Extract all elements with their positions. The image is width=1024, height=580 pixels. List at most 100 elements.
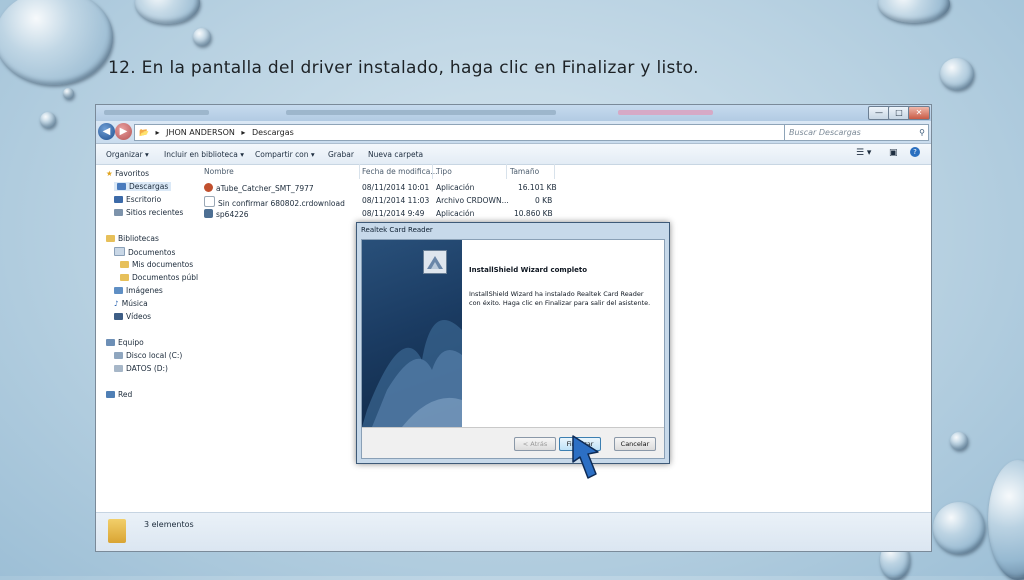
folder-icon: 📂 [139, 128, 149, 137]
file-type: Aplicación [436, 183, 475, 192]
column-header-name[interactable]: Nombre [204, 167, 234, 176]
sidebar-item-videos[interactable]: Vídeos [114, 312, 151, 321]
sidebar-item-drive-c[interactable]: Disco local (C:) [114, 351, 182, 360]
sidebar-item-documents[interactable]: Documentos [114, 247, 175, 257]
sidebar-favorites[interactable]: ★ Favoritos [106, 169, 149, 178]
column-separator [506, 164, 507, 179]
water-drop-decoration [0, 0, 113, 85]
documents-icon [114, 247, 125, 256]
column-separator [359, 164, 360, 179]
file-name: aTube_Catcher_SMT_7977 [216, 184, 314, 193]
sidebar-item-desktop[interactable]: Escritorio [114, 195, 161, 204]
back-button[interactable]: < Atrás [514, 437, 556, 451]
water-drop-decoration [135, 0, 200, 24]
sidebar-item-public-documents[interactable]: Documentos públ [120, 273, 198, 282]
minimize-button[interactable]: — [868, 106, 890, 120]
dialog-footer: < Atrás Finalizar Cancelar [362, 427, 664, 458]
titlebar-tab [618, 110, 713, 115]
sidebar-item-drive-d[interactable]: DATOS (D:) [114, 364, 168, 373]
help-icon[interactable]: ? [910, 147, 920, 157]
organize-menu[interactable]: Organizar ▾ [106, 150, 149, 159]
close-button[interactable]: ✕ [908, 106, 930, 120]
search-placeholder: Buscar Descargas [789, 128, 861, 137]
sidebar-label: Documentos [128, 248, 176, 257]
column-separator [432, 164, 433, 179]
column-header-date[interactable]: Fecha de modifica... [362, 167, 437, 176]
new-folder-button[interactable]: Nueva carpeta [368, 150, 423, 159]
column-header-type[interactable]: Tipo [436, 167, 452, 176]
file-date: 08/11/2014 10:01 [362, 183, 430, 192]
downloads-icon [117, 183, 126, 190]
file-name: sp64226 [216, 210, 249, 219]
sidebar-label: Sitios recientes [126, 208, 184, 217]
address-bar[interactable]: 📂 ▸ JHON ANDERSON ▸ Descargas [134, 124, 796, 141]
preview-pane-icon[interactable]: ▣ [889, 148, 898, 158]
water-drop-decoration [193, 28, 211, 46]
dialog-body: InstallShield Wizard completo InstallShi… [361, 239, 665, 459]
column-header-size[interactable]: Tamaño [510, 167, 539, 176]
window-titlebar: — □ ✕ [96, 105, 931, 121]
file-date: 08/11/2014 11:03 [362, 196, 430, 205]
file-type: Aplicación [436, 209, 475, 218]
sidebar-label: Bibliotecas [118, 234, 159, 243]
sidebar-libraries[interactable]: Bibliotecas [106, 234, 159, 243]
recent-places-icon [114, 209, 123, 216]
sidebar-label: Música [121, 299, 148, 308]
view-options-icon[interactable]: ☰ ▾ [856, 148, 871, 158]
folder-icon [120, 261, 129, 268]
network-icon [106, 391, 115, 398]
sidebar-label: Favoritos [115, 169, 149, 178]
share-with-menu[interactable]: Compartir con ▾ [255, 150, 315, 159]
document-icon [204, 196, 215, 207]
sidebar-item-pictures[interactable]: Imágenes [114, 286, 163, 295]
wizard-banner-image [362, 240, 462, 427]
search-input[interactable]: Buscar Descargas ⚲ [784, 124, 929, 141]
water-drop-decoration [950, 432, 968, 450]
sidebar-label: Documentos públ [132, 273, 199, 282]
forward-button[interactable]: ▶ [115, 123, 132, 140]
water-drop-decoration [933, 502, 985, 554]
file-date: 08/11/2014 9:49 [362, 209, 425, 218]
titlebar-quick-access [104, 110, 209, 115]
sidebar-item-my-documents[interactable]: Mis documentos [120, 260, 193, 269]
water-drop-decoration [940, 58, 974, 90]
titlebar-caption [286, 110, 556, 115]
sidebar-item-music[interactable]: ♪ Música [114, 299, 148, 308]
drive-icon [114, 352, 123, 359]
column-separator [554, 164, 555, 179]
navigation-pane: ★ Favoritos Descargas Escritorio Sitios … [96, 164, 198, 514]
app-icon [204, 183, 213, 192]
cancel-button[interactable]: Cancelar [614, 437, 656, 451]
dialog-title: Realtek Card Reader [361, 226, 433, 234]
sidebar-network[interactable]: Red [106, 390, 132, 399]
file-type: Archivo CRDOWN... [436, 196, 509, 205]
sidebar-label: Escritorio [126, 195, 162, 204]
slide-title: 12. En la pantalla del driver instalado,… [108, 58, 699, 78]
sidebar-label: Red [118, 390, 133, 399]
sidebar-item-downloads[interactable]: Descargas [114, 182, 172, 191]
wizard-heading: InstallShield Wizard completo [469, 266, 588, 274]
address-row: ◀ ▶ 📂 ▸ JHON ANDERSON ▸ Descargas Buscar… [96, 121, 931, 144]
include-library-menu[interactable]: Incluir en biblioteca ▾ [164, 150, 244, 159]
search-icon: ⚲ [919, 128, 925, 137]
back-button[interactable]: ◀ [98, 123, 115, 140]
sidebar-label: DATOS (D:) [126, 364, 168, 373]
breadcrumb-user[interactable]: JHON ANDERSON [166, 128, 235, 137]
installshield-logo-icon [423, 250, 447, 274]
command-toolbar: Organizar ▾ Incluir en biblioteca ▾ Comp… [96, 144, 931, 165]
drive-icon [114, 365, 123, 372]
burn-button[interactable]: Grabar [328, 150, 354, 159]
star-icon: ★ [106, 169, 113, 178]
water-drop-decoration [40, 112, 56, 128]
sidebar-label: Mis documentos [132, 260, 194, 269]
music-icon: ♪ [114, 299, 119, 308]
sidebar-label: Imágenes [126, 286, 163, 295]
breadcrumb-downloads[interactable]: Descargas [252, 128, 294, 137]
water-drop-decoration [878, 0, 950, 23]
banner-shapes-icon [362, 320, 462, 427]
sidebar-label: Disco local (C:) [126, 351, 183, 360]
sidebar-item-recent[interactable]: Sitios recientes [114, 208, 183, 217]
maximize-button[interactable]: □ [888, 106, 910, 120]
folder-icon [120, 274, 129, 281]
sidebar-computer[interactable]: Equipo [106, 338, 144, 347]
